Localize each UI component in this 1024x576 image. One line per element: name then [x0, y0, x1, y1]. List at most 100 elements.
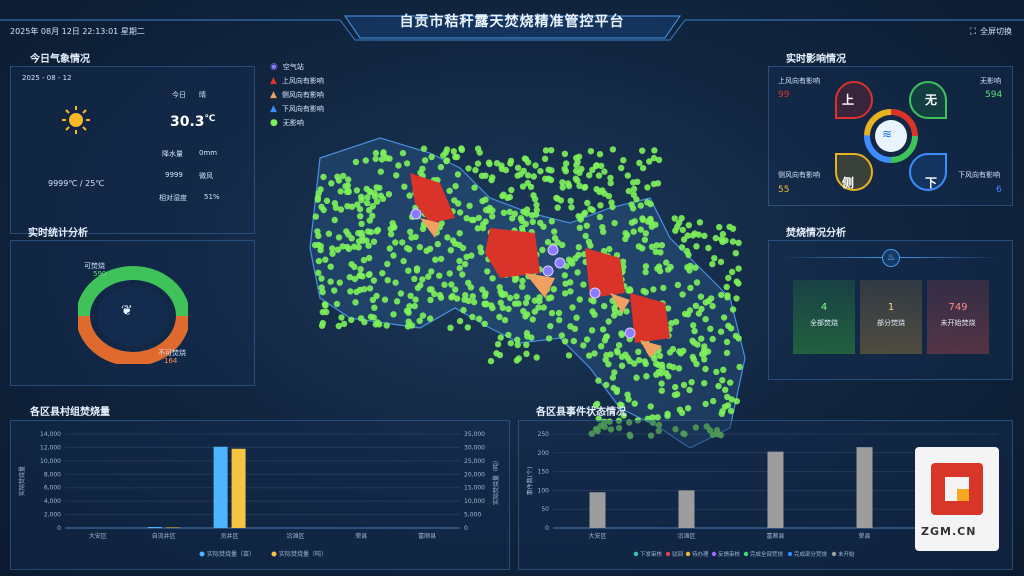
map-dot	[372, 149, 380, 157]
map-dot	[619, 258, 627, 265]
map-dot	[338, 314, 345, 321]
map-dot	[452, 153, 459, 161]
x-tick-label: 贡井区	[221, 532, 239, 540]
legend-label: 驳回	[672, 550, 684, 558]
map-dot	[561, 338, 569, 345]
map-dot	[679, 291, 686, 298]
map-dot	[407, 292, 414, 299]
map-dot	[652, 248, 659, 255]
map-dot	[727, 325, 735, 332]
map-dot	[478, 172, 486, 179]
map-dot	[336, 279, 343, 286]
sun-icon	[62, 106, 90, 134]
legend-swatch	[743, 551, 749, 557]
map-dot	[717, 258, 725, 266]
station-pin-icon: ◉	[270, 62, 278, 72]
map-dot	[404, 308, 412, 315]
bar	[213, 446, 228, 528]
map-dot	[697, 293, 705, 300]
side-value: 55	[778, 185, 790, 195]
map-area[interactable]	[290, 128, 760, 448]
map-dot	[689, 353, 696, 361]
map-dot	[591, 350, 598, 357]
map-dot	[680, 236, 688, 243]
map-dot	[618, 362, 626, 369]
map-dot	[651, 147, 658, 154]
legend-item-sidewind[interactable]: ▲ 侧风向有影响	[270, 88, 324, 102]
map-dot	[426, 245, 434, 252]
stat-value: 749	[948, 302, 968, 313]
map-dot	[710, 397, 717, 405]
map-dot	[348, 316, 355, 324]
legend-item-station[interactable]: ◉ 空气站	[270, 60, 324, 74]
map-dot	[322, 256, 329, 263]
stat-card-not-started[interactable]: 749 未开始焚烧	[927, 280, 989, 354]
map-dot	[378, 156, 386, 163]
none-char: 无	[925, 93, 938, 107]
map-dot	[456, 317, 464, 325]
map-dot	[509, 215, 516, 222]
non-burnable-value: 164	[164, 357, 178, 365]
upwind-label: 上风向有影响	[778, 77, 820, 85]
legend-swatch	[633, 551, 639, 557]
map-dot	[715, 382, 722, 390]
map-dot	[718, 236, 725, 243]
map-dot	[325, 230, 333, 237]
legend-item-none[interactable]: ● 无影响	[270, 116, 324, 130]
map-dot	[523, 350, 530, 357]
map-dot	[322, 302, 329, 309]
map-dot	[569, 304, 576, 311]
map-dot	[573, 167, 580, 175]
stat-card-all-burned[interactable]: 4 全部焚烧	[793, 280, 855, 354]
map-dot	[496, 313, 503, 321]
map-dot	[406, 246, 413, 253]
map-dot	[537, 168, 544, 175]
map-dot	[575, 153, 583, 160]
bar	[231, 448, 246, 528]
map-dot	[428, 268, 435, 275]
map-dot	[583, 336, 591, 343]
map-dot	[482, 218, 489, 225]
map-dot	[437, 255, 445, 263]
map-dot	[561, 165, 568, 172]
map-dot	[498, 291, 505, 298]
map-dot	[428, 153, 435, 161]
map-dot	[452, 182, 459, 190]
none-label: 无影响	[980, 77, 1001, 85]
fullscreen-button[interactable]: ⛶ 全屏切换	[970, 26, 1012, 37]
legend-item-downwind[interactable]: ▲ 下风向有影响	[270, 102, 324, 116]
map-dot	[524, 311, 531, 318]
map-dot	[318, 275, 325, 282]
map-dot	[519, 183, 527, 190]
map-dot	[531, 297, 538, 304]
map-dot	[446, 270, 453, 277]
legend-item-upwind[interactable]: ▲ 上风向有影响	[270, 74, 324, 88]
map-dot	[633, 196, 640, 203]
map-dot	[493, 160, 501, 167]
map-dot	[729, 306, 737, 313]
map-dot	[583, 222, 590, 229]
map-dot	[573, 161, 580, 169]
map-dot	[724, 292, 731, 299]
y-tick-label: 6,000	[44, 485, 61, 492]
x-tick-label: 大安区	[588, 532, 606, 540]
legend-swatch	[831, 551, 837, 557]
map-dot	[392, 279, 399, 286]
down-value: 6	[996, 185, 1002, 195]
map-dot	[637, 202, 644, 209]
map-dot	[524, 294, 531, 301]
map-dot	[364, 199, 371, 207]
map-dot	[581, 184, 588, 191]
stat-card-partial-burned[interactable]: 1 部分焚烧	[860, 280, 922, 354]
map-dot	[639, 164, 647, 172]
map-dot	[476, 315, 483, 322]
y-tick-label: 14,000	[40, 431, 61, 438]
wind-label: 微风	[199, 172, 213, 180]
y-tick-label: 200	[538, 450, 550, 457]
county-burn-title: 各区县村组焚烧量	[30, 407, 110, 418]
map-dot	[369, 212, 376, 220]
map-dot	[709, 260, 716, 268]
map-dot	[436, 291, 444, 299]
map-dot	[626, 286, 633, 293]
map-dot	[361, 318, 368, 326]
